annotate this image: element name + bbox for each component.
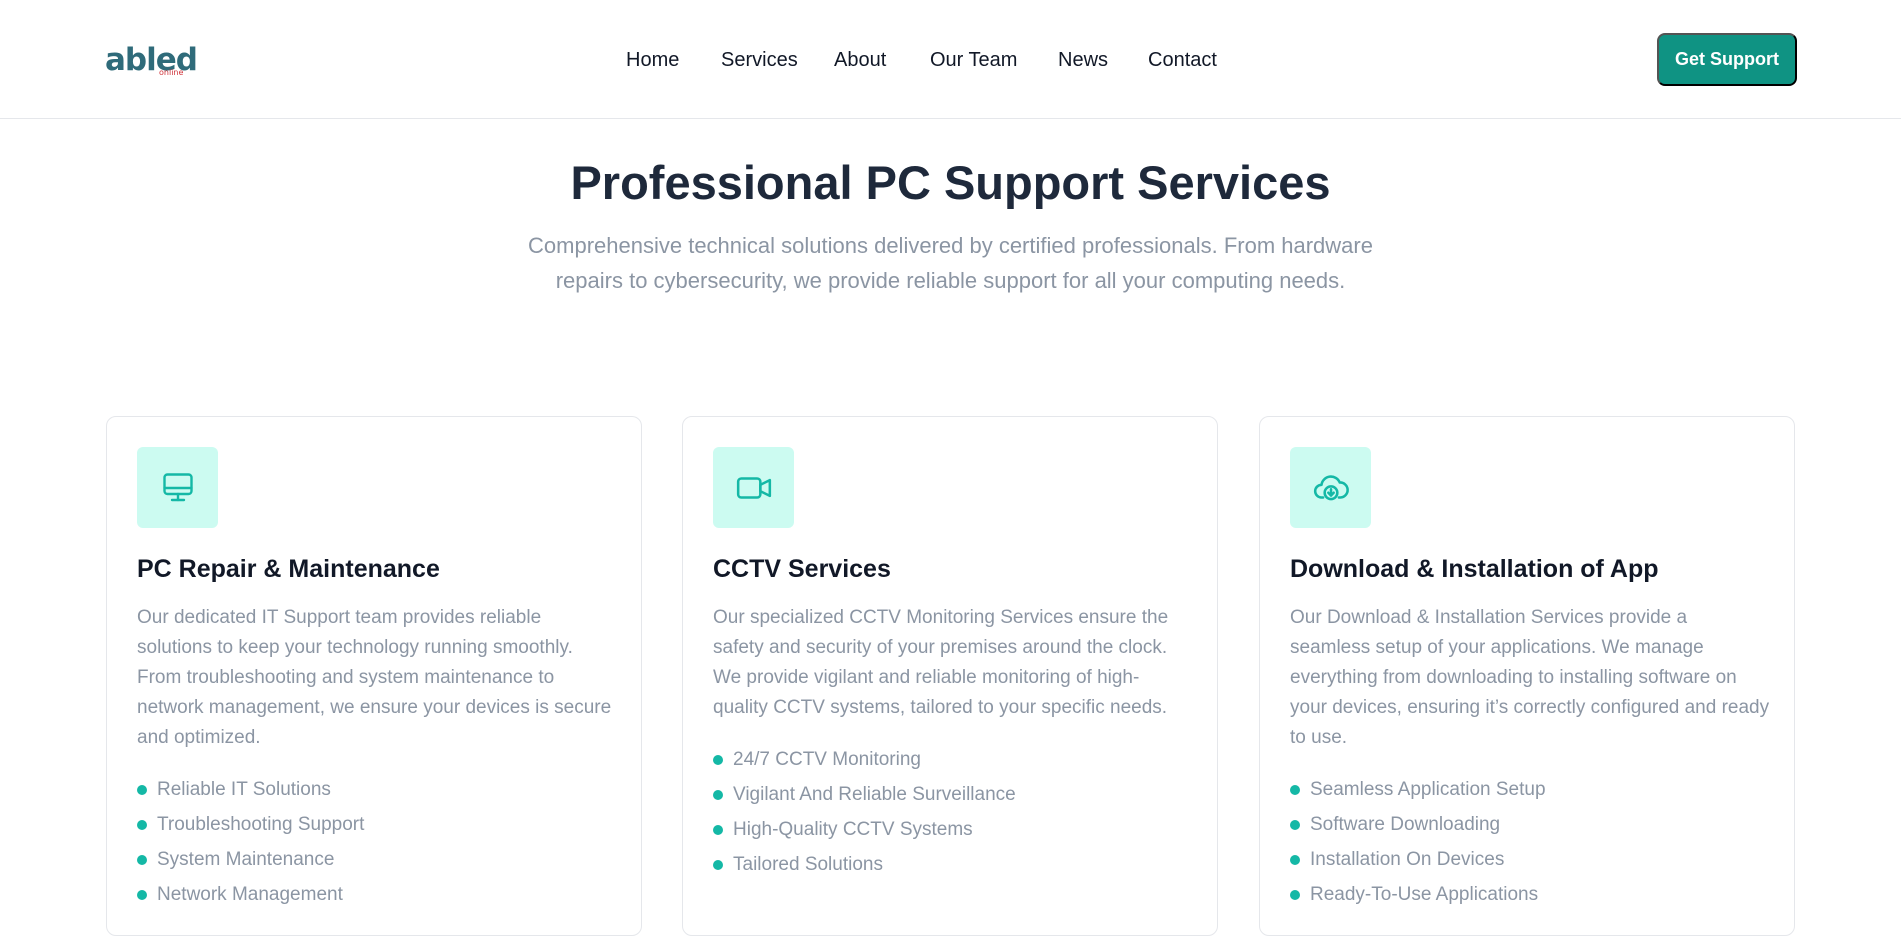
service-description: Our Download & Installation Services pro…: [1290, 607, 1770, 748]
feature-label: Installation On Devices: [1310, 849, 1505, 870]
service-card-pc-repair: PC Repair & Maintenance Our dedicated IT…: [106, 416, 642, 936]
service-card-cctv: CCTV Services Our specialized CCTV Monit…: [682, 416, 1218, 936]
feature-item: Seamless Application Setup: [1290, 772, 1770, 807]
bullet-dot: [137, 820, 147, 830]
service-title: Download & Installation of App: [1290, 555, 1659, 583]
bullet-dot: [713, 755, 723, 765]
page-title: Professional PC Support Services: [570, 156, 1331, 209]
bullet-dot: [713, 790, 723, 800]
bullet-dot: [713, 860, 723, 870]
feature-label: Reliable IT Solutions: [157, 779, 331, 800]
feature-item: Installation On Devices: [1290, 842, 1770, 877]
cloud-download-icon: [1290, 447, 1371, 528]
bullet-dot: [137, 890, 147, 900]
feature-label: Vigilant And Reliable Surveillance: [733, 784, 1016, 805]
feature-label: High-Quality CCTV Systems: [733, 819, 973, 840]
bullet-dot: [1290, 855, 1300, 865]
nav-item-news[interactable]: News: [1058, 47, 1108, 73]
feature-label: Ready-To-Use Applications: [1310, 884, 1539, 905]
page-subtitle: Comprehensive technical solutions delive…: [528, 233, 1373, 293]
feature-item: Reliable IT Solutions: [137, 772, 617, 807]
feature-list: 24/7 CCTV Monitoring Vigilant And Reliab…: [713, 742, 1193, 882]
bullet-dot: [137, 785, 147, 795]
feature-label: Network Management: [157, 884, 343, 905]
feature-item: Troubleshooting Support: [137, 807, 617, 842]
feature-label: Tailored Solutions: [733, 854, 883, 875]
feature-item: Tailored Solutions: [713, 847, 1193, 882]
get-support-button[interactable]: Get Support: [1657, 33, 1797, 86]
nav-item-home[interactable]: Home: [626, 47, 679, 73]
nav-item-our-team[interactable]: Our Team: [930, 47, 1017, 73]
feature-item: Vigilant And Reliable Surveillance: [713, 777, 1193, 812]
service-title: PC Repair & Maintenance: [137, 555, 440, 583]
feature-item: System Maintenance: [137, 842, 617, 877]
site-header: abled online Home Services About Our Tea…: [0, 0, 1901, 119]
feature-label: 24/7 CCTV Monitoring: [733, 749, 921, 770]
feature-label: Seamless Application Setup: [1310, 779, 1546, 800]
feature-label: Software Downloading: [1310, 814, 1501, 835]
feature-list: Reliable IT Solutions Troubleshooting Su…: [137, 772, 617, 912]
feature-item: Software Downloading: [1290, 807, 1770, 842]
monitor-icon: [137, 447, 218, 528]
feature-label: System Maintenance: [157, 849, 335, 870]
nav-item-services[interactable]: Services: [721, 47, 798, 73]
bullet-dot: [713, 825, 723, 835]
bullet-dot: [1290, 890, 1300, 900]
nav-item-about[interactable]: About: [834, 47, 886, 73]
feature-item: 24/7 CCTV Monitoring: [713, 742, 1193, 777]
main-nav: Home Services About Our Team News Contac…: [0, 0, 1901, 119]
video-camera-icon: [713, 447, 794, 528]
nav-item-contact[interactable]: Contact: [1148, 47, 1217, 73]
bullet-dot: [1290, 820, 1300, 830]
service-description: Our dedicated IT Support team provides r…: [137, 607, 612, 748]
service-card-app-install: Download & Installation of App Our Downl…: [1259, 416, 1795, 936]
service-description: Our specialized CCTV Monitoring Services…: [713, 607, 1169, 718]
feature-item: High-Quality CCTV Systems: [713, 812, 1193, 847]
service-title: CCTV Services: [713, 555, 891, 583]
bullet-dot: [1290, 785, 1300, 795]
feature-label: Troubleshooting Support: [157, 814, 365, 835]
feature-list: Seamless Application Setup Software Down…: [1290, 772, 1770, 912]
bullet-dot: [137, 855, 147, 865]
